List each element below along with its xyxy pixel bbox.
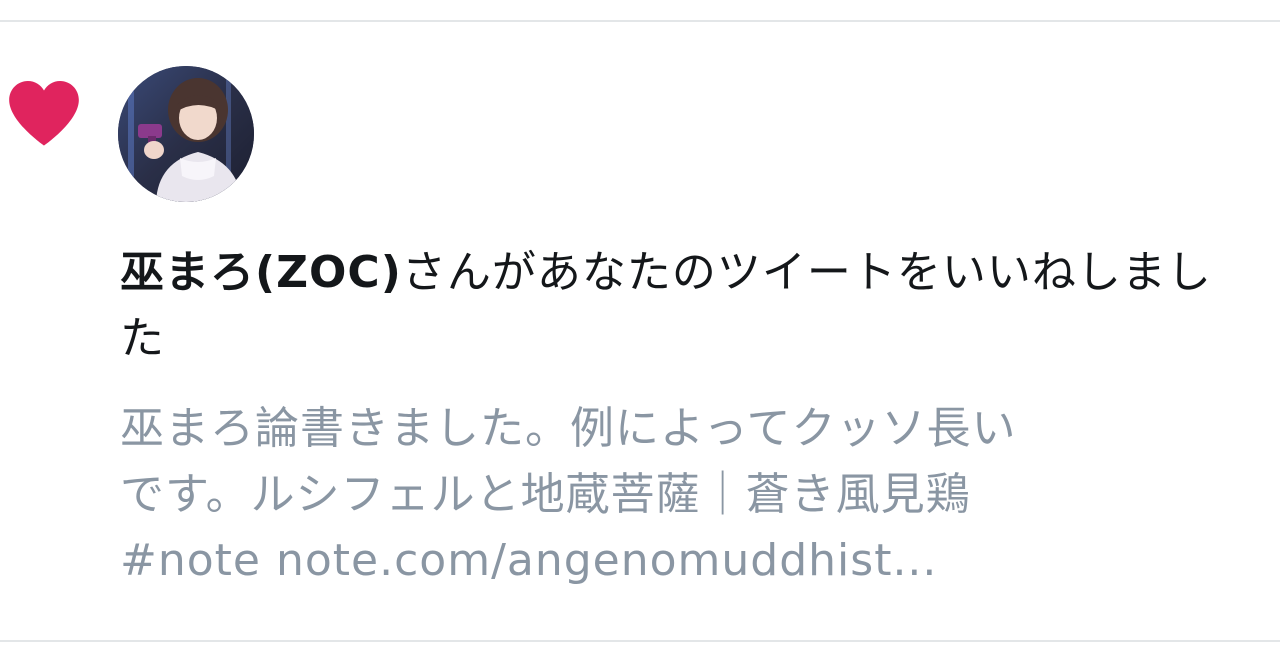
actor-name[interactable]: 巫まろ(ZOC) [120,247,402,298]
top-divider [0,20,1280,22]
user-avatar[interactable] [118,66,254,202]
tweet-preview-line: 巫まろ論書きました。例によってクッソ長い [120,403,1017,454]
tweet-preview-link[interactable]: #note note.com/angenomuddhist... [120,528,1240,594]
notification-message: 巫まろ(ZOC)さんがあなたのツイートをいいねしました [120,240,1240,372]
bottom-divider [0,640,1280,642]
heart-icon [6,76,82,148]
tweet-preview[interactable]: 巫まろ論書きました。例によってクッソ長い です。ルシフェルと地蔵菩薩｜蒼き風見鶏… [120,396,1240,594]
tweet-preview-line: です。ルシフェルと地蔵菩薩｜蒼き風見鶏 [120,469,971,520]
